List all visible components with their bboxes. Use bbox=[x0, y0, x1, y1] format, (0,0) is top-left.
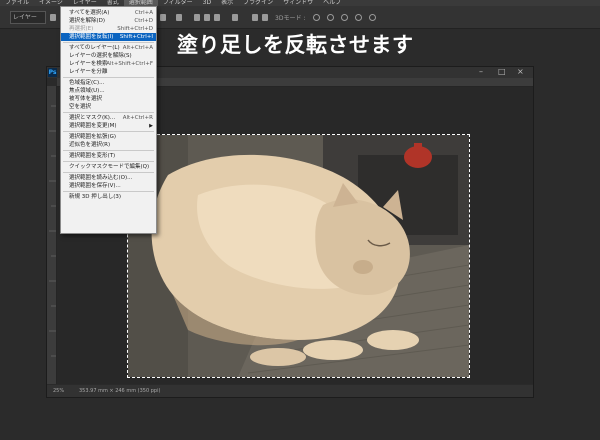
menu-item-shortcut: Alt+Ctrl+A bbox=[122, 45, 153, 51]
menu-separator bbox=[63, 77, 154, 78]
menu-item-label: 空を選択 bbox=[69, 104, 92, 110]
ruler-ticks-vertical bbox=[49, 105, 56, 357]
distribute-top-icon[interactable] bbox=[194, 14, 200, 21]
menu-item-label: 被写体を選択 bbox=[69, 96, 103, 102]
menu-item[interactable]: 選択とマスク(K)... Alt+Ctrl+R bbox=[61, 114, 156, 122]
scale-3d-icon[interactable] bbox=[369, 14, 376, 21]
auto-select-dropdown[interactable]: レイヤー bbox=[10, 11, 46, 24]
menu-item-label: 選択とマスク(K)... bbox=[69, 115, 116, 121]
menu-item-label: 新規 3D 押し出し(3) bbox=[69, 194, 122, 200]
menu-item[interactable]: 焦点領域(U)... bbox=[61, 87, 156, 95]
menu-item-label: 再選択(E) bbox=[69, 26, 94, 32]
menu-item-label: レイヤーの選択を解除(S) bbox=[69, 53, 132, 59]
menu-separator bbox=[63, 191, 154, 192]
menu-item-label: レイヤーを分離 bbox=[69, 69, 108, 75]
menu-item[interactable]: 選択範囲を変形(T) bbox=[61, 152, 156, 160]
distribute-right-icon[interactable] bbox=[252, 14, 258, 21]
menu-item-label: 色域指定(C)... bbox=[69, 80, 105, 86]
menu-item[interactable]: 選択範囲を保存(V)... bbox=[61, 182, 156, 190]
menu-separator bbox=[63, 42, 154, 43]
align-right-icon[interactable] bbox=[160, 14, 166, 21]
menu-item-label: 選択範囲を拡張(G) bbox=[69, 134, 117, 140]
menu-item-inverse-selection[interactable]: 選択範囲を反転(I) Shift+Ctrl+I bbox=[61, 33, 156, 41]
distribute-middle-icon[interactable] bbox=[204, 14, 210, 21]
menu-item[interactable]: すべてのレイヤー(L) Alt+Ctrl+A bbox=[61, 44, 156, 52]
menu-item-label: 選択範囲を変形(T) bbox=[69, 153, 116, 159]
menu-separator bbox=[63, 172, 154, 173]
orbit-3d-icon[interactable] bbox=[313, 14, 320, 21]
menu-item[interactable]: レイヤーを分離 bbox=[61, 68, 156, 76]
menu-item-label: すべてのレイヤー(L) bbox=[69, 45, 120, 51]
menu-item-label: すべてを選択(A) bbox=[69, 10, 110, 16]
menu-item[interactable]: 被写体を選択 bbox=[61, 95, 156, 103]
menu-separator bbox=[63, 161, 154, 162]
menu-item-shortcut: Shift+Ctrl+I bbox=[119, 34, 153, 40]
menu-separator bbox=[63, 150, 154, 151]
zoom-level[interactable]: 25% bbox=[53, 385, 64, 397]
align-top-icon[interactable] bbox=[176, 14, 182, 21]
menu-item-label: クイックマスクモードで編集(Q) bbox=[69, 164, 150, 170]
menu-item-label: レイヤーを検索 bbox=[69, 61, 108, 67]
menu-item[interactable]: クイックマスクモードで編集(Q) bbox=[61, 163, 156, 171]
distribute-bottom-icon[interactable] bbox=[214, 14, 220, 21]
more-options-icon[interactable] bbox=[262, 14, 268, 21]
menu-item[interactable]: すべてを選択(A) Ctrl+A bbox=[61, 9, 156, 17]
document-info[interactable]: 353.97 mm × 246 mm (350 ppi) bbox=[79, 385, 160, 397]
menu-item[interactable]: 空を選択 bbox=[61, 103, 156, 111]
menu-item[interactable]: 再選択(E) Shift+Ctrl+D bbox=[61, 25, 156, 33]
mode-3d-label: 3Dモード : bbox=[275, 15, 306, 22]
minimize-icon[interactable]: – bbox=[479, 67, 483, 77]
menu-item-shortcut: Shift+Ctrl+D bbox=[117, 26, 153, 32]
menu-item[interactable]: 選択を解除(D) Ctrl+D bbox=[61, 17, 156, 25]
vertical-ruler[interactable] bbox=[47, 86, 57, 384]
menu-item-label: 選択範囲を変更(M) bbox=[69, 123, 117, 129]
roll-3d-icon[interactable] bbox=[327, 14, 334, 21]
drag-3d-icon[interactable] bbox=[341, 14, 348, 21]
menu-separator bbox=[63, 112, 154, 113]
menu-item[interactable]: 新規 3D 押し出し(3) bbox=[61, 193, 156, 201]
maximize-icon[interactable]: □ bbox=[498, 67, 506, 77]
menu-item-shortcut: Alt+Ctrl+R bbox=[122, 115, 153, 121]
menu-item-label: 近似色を選択(R) bbox=[69, 142, 111, 148]
menu-item-shortcut: Alt+Shift+Ctrl+F bbox=[106, 61, 153, 67]
menu-item-label: 焦点領域(U)... bbox=[69, 88, 105, 94]
close-icon[interactable]: × bbox=[517, 67, 524, 77]
transform-controls-icon[interactable] bbox=[50, 14, 56, 21]
photoshop-logo-icon: Ps bbox=[48, 68, 57, 77]
menu-item[interactable]: 選択範囲を拡張(G) bbox=[61, 133, 156, 141]
select-menu-dropdown: すべてを選択(A) Ctrl+A 選択を解除(D) Ctrl+D 再選択(E) Shift… bbox=[60, 6, 157, 234]
menu-item[interactable]: 選択範囲を読み込む(O)... bbox=[61, 174, 156, 182]
selection-marquee bbox=[127, 134, 470, 378]
menu-item[interactable]: レイヤーを検索 Alt+Shift+Ctrl+F bbox=[61, 60, 156, 68]
caption-text: 塗り足しを反転させます bbox=[177, 33, 414, 57]
menu-item-label: 選択を解除(D) bbox=[69, 18, 106, 24]
slide-3d-icon[interactable] bbox=[355, 14, 362, 21]
menu-item-label: 選択範囲を保存(V)... bbox=[69, 183, 121, 189]
menu-item-shortcut: Ctrl+A bbox=[134, 10, 153, 16]
document-statusbar: 25% 353.97 mm × 246 mm (350 ppi) bbox=[47, 385, 533, 397]
menu-separator bbox=[63, 131, 154, 132]
distribute-left-icon[interactable] bbox=[232, 14, 238, 21]
menu-item[interactable]: 選択範囲を変更(M) ▶ bbox=[61, 122, 156, 130]
menu-item-label: 選択範囲を読み込む(O)... bbox=[69, 175, 133, 181]
menu-item[interactable]: レイヤーの選択を解除(S) bbox=[61, 52, 156, 60]
menu-item[interactable]: 色域指定(C)... bbox=[61, 79, 156, 87]
menu-item[interactable]: 近似色を選択(R) bbox=[61, 141, 156, 149]
submenu-arrow-icon: ▶ bbox=[149, 123, 153, 129]
menu-item-shortcut: Ctrl+D bbox=[134, 18, 153, 24]
menu-item-label: 選択範囲を反転(I) bbox=[69, 34, 114, 40]
